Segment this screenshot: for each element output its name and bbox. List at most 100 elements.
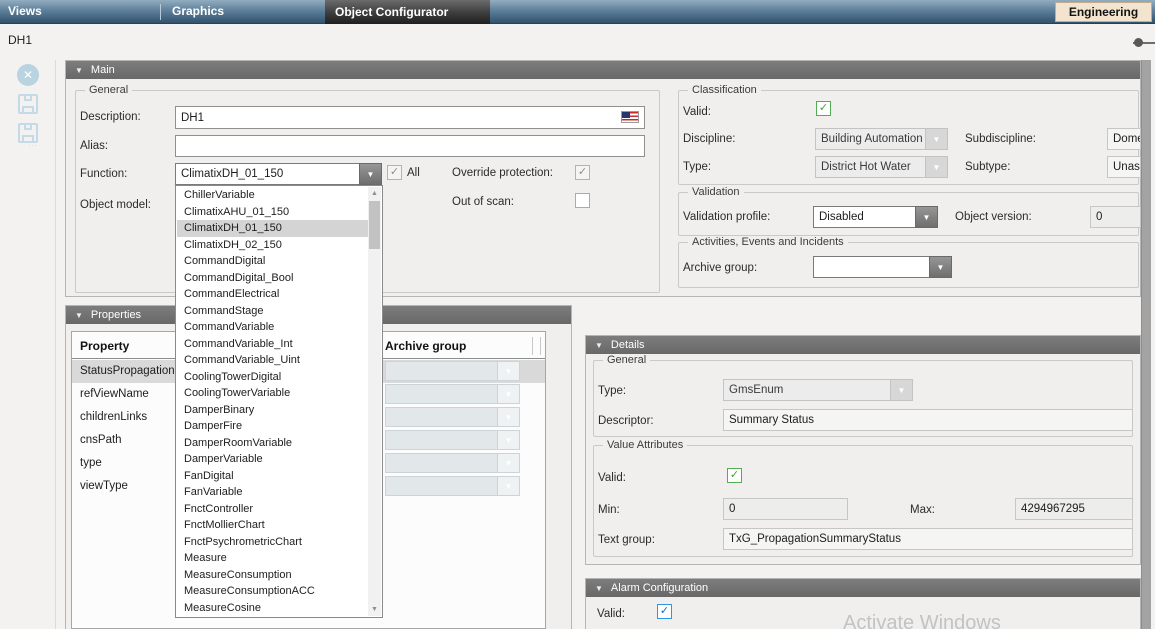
properties-panel-title: Properties [91,309,141,321]
discipline-value: Building Automation [815,128,925,150]
details-panel-header[interactable]: ▼ Details [586,336,1140,354]
type-combobox[interactable]: District Hot Water ▼ [815,156,948,178]
dropdown-option[interactable]: DamperRoomVariable [177,435,368,452]
scroll-up-icon[interactable]: ▲ [368,187,381,200]
validation-profile-combobox[interactable]: Disabled ▼ [813,206,938,228]
row-archive-combobox[interactable]: ▼ [385,384,520,404]
chevron-down-icon: ▼ [890,379,913,401]
dropdown-option[interactable]: CoolingTowerDigital [177,369,368,386]
dropdown-option[interactable]: CommandElectrical [177,286,368,303]
dropdown-option[interactable]: DamperFire [177,418,368,435]
dropdown-scrollbar[interactable]: ▲ ▼ [368,187,381,616]
archive-group-combobox[interactable]: ▼ [813,256,952,278]
tab-graphics[interactable]: Graphics [172,4,224,18]
dropdown-option[interactable]: CommandVariable [177,319,368,336]
dropdown-option[interactable]: ClimatixAHU_01_150 [177,204,368,221]
dropdown-option-selected[interactable]: ClimatixDH_01_150 [177,220,368,237]
override-protection-label: Override protection: [452,167,553,179]
dropdown-option[interactable]: MeasureConsumption [177,567,368,584]
details-type-value: GmsEnum [723,379,890,401]
validation-profile-label: Validation profile: [683,211,770,223]
all-checkbox[interactable]: ✓ [387,165,402,180]
column-grip[interactable] [540,337,541,355]
chevron-down-icon[interactable]: ▼ [915,206,938,228]
dropdown-option[interactable]: CommandStage [177,303,368,320]
collapse-triangle-icon: ▼ [75,66,83,75]
dropdown-option[interactable]: ChillerVariable [177,187,368,204]
alarm-panel-header[interactable]: ▼ Alarm Configuration [586,579,1140,597]
function-combobox[interactable]: ClimatixDH_01_150 ▼ [175,163,382,185]
subdiscipline-label: Subdiscipline: [965,133,1036,145]
discipline-combobox[interactable]: Building Automation ▼ [815,128,948,150]
floppy-shutter [24,124,32,130]
alarm-valid-checkbox[interactable]: ✓ [657,604,672,619]
dropdown-option[interactable]: FanDigital [177,468,368,485]
scroll-down-icon[interactable]: ▼ [368,603,381,616]
row-archive-combobox[interactable]: ▼ [385,407,520,427]
dropdown-option[interactable]: MeasureCosine [177,600,368,617]
object-version-label: Object version: [955,211,1032,223]
object-model-label: Object model: [80,199,151,211]
engineering-mode-button[interactable]: Engineering [1055,2,1152,22]
dropdown-option[interactable]: CommandVariable_Uint [177,352,368,369]
descriptor-label: Descriptor: [598,415,654,427]
dropdown-option[interactable]: DamperBinary [177,402,368,419]
chevron-down-icon: ▼ [497,476,520,496]
dropdown-option[interactable]: Measure [177,550,368,567]
details-type-label: Type: [598,385,626,397]
dropdown-option[interactable]: FanVariable [177,484,368,501]
chevron-down-icon[interactable]: ▼ [929,256,952,278]
dropdown-option[interactable]: CommandDigital [177,253,368,270]
description-input[interactable] [175,106,645,129]
column-grip[interactable] [532,337,533,355]
dropdown-option[interactable]: FnctController [177,501,368,518]
main-panel-header[interactable]: ▼ Main [66,61,1140,79]
save-icon[interactable] [18,94,38,114]
row-archive-value [385,384,497,404]
dropdown-option[interactable]: FnctPsychrometricChart [177,534,368,551]
text-group-field[interactable]: TxG_PropagationSummaryStatus [723,528,1133,550]
details-type-combobox[interactable]: GmsEnum ▼ [723,379,913,401]
save-as-icon[interactable]: ... [18,123,38,143]
override-protection-checkbox[interactable]: ✓ [575,165,590,180]
chevron-down-icon[interactable]: ▼ [359,163,382,185]
out-of-scan-checkbox[interactable]: ✓ [575,193,590,208]
subdiscipline-field[interactable]: Dome [1107,128,1141,150]
dropdown-option[interactable]: CommandDigital_Bool [177,270,368,287]
splitter-handle-icon[interactable] [1134,38,1143,47]
row-archive-combobox[interactable]: ▼ [385,476,520,496]
out-of-scan-label: Out of scan: [452,196,514,208]
column-archive-group[interactable]: Archive group [385,339,466,353]
main-panel-title: Main [91,64,115,76]
tab-views[interactable]: Views [8,4,42,18]
property-name: viewType [80,480,128,492]
dropdown-option[interactable]: DamperVariable [177,451,368,468]
dropdown-option[interactable]: MeasureConsumptionACC [177,583,368,600]
dropdown-option[interactable]: ClimatixDH_02_150 [177,237,368,254]
dropdown-option[interactable]: CoolingTowerVariable [177,385,368,402]
property-name: type [80,457,102,469]
descriptor-field[interactable]: Summary Status [723,409,1133,431]
right-splitter-bar[interactable] [1141,60,1151,629]
row-archive-combobox[interactable]: ▼ [385,361,520,381]
min-field[interactable]: 0 [723,498,848,520]
row-archive-combobox[interactable]: ▼ [385,453,520,473]
value-valid-checkbox[interactable]: ✓ [727,468,742,483]
alias-input[interactable] [175,135,645,157]
archive-group-label: Archive group: [683,262,757,274]
classification-valid-checkbox[interactable]: ✓ [816,101,831,116]
column-property[interactable]: Property [80,339,129,353]
floppy-shutter [24,95,32,101]
discard-icon[interactable]: ✕ [17,64,39,86]
min-label: Min: [598,504,620,516]
tab-object-configurator[interactable]: Object Configurator [325,0,490,24]
row-archive-value [385,476,497,496]
subtype-field[interactable]: Unass [1107,156,1141,178]
dropdown-option[interactable]: CommandVariable_Int [177,336,368,353]
row-archive-combobox[interactable]: ▼ [385,430,520,450]
scrollbar-thumb[interactable] [369,201,380,249]
dropdown-option[interactable]: FnctMollierChart [177,517,368,534]
chevron-down-icon: ▼ [925,128,948,150]
floppy-plate [22,106,34,113]
max-field[interactable]: 4294967295 [1015,498,1133,520]
